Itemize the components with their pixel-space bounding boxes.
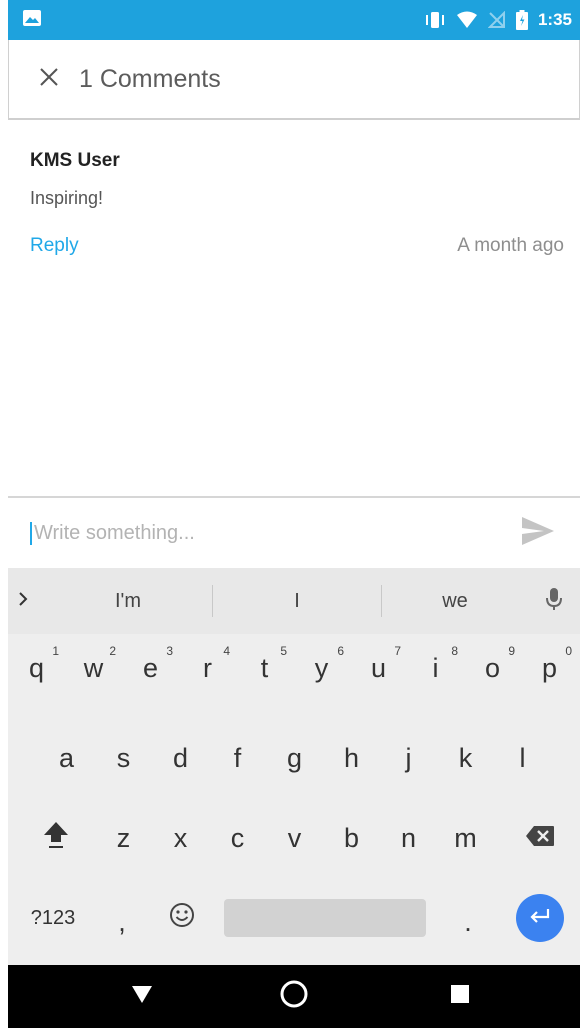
status-right: 1:35 xyxy=(424,10,572,30)
comment-input[interactable] xyxy=(30,521,518,545)
battery-icon xyxy=(515,10,528,30)
key-hint: 0 xyxy=(565,644,572,658)
key-label: y xyxy=(314,652,329,683)
key-c[interactable]: c xyxy=(209,806,266,870)
key-z[interactable]: z xyxy=(95,806,152,870)
back-icon xyxy=(131,984,153,1009)
voice-input-button[interactable] xyxy=(536,568,572,634)
key-g[interactable]: g xyxy=(266,726,323,790)
key-v[interactable]: v xyxy=(266,806,323,870)
period-key[interactable]: . xyxy=(440,890,496,954)
key-label: w xyxy=(83,652,104,683)
image-notification-icon xyxy=(22,9,42,32)
comment-text: Inspiring! xyxy=(30,188,104,208)
key-m[interactable]: m xyxy=(437,806,494,870)
vibrate-icon xyxy=(424,11,446,29)
key-f[interactable]: f xyxy=(209,726,266,790)
soft-keyboard: I'm I we q 1 w 2 e 3 r 4 t 5 y 6 u 7 i 8… xyxy=(8,568,580,965)
suggestion-strip: I'm I we xyxy=(8,568,580,634)
enter-key[interactable] xyxy=(516,894,564,942)
emoji-icon xyxy=(169,902,195,935)
key-hint: 6 xyxy=(337,644,344,658)
send-icon xyxy=(521,516,555,551)
comment-timestamp: A month ago xyxy=(457,235,564,256)
key-hint: 1 xyxy=(52,644,59,658)
key-x[interactable]: x xyxy=(152,806,209,870)
suggestion-1[interactable]: I'm xyxy=(44,568,212,634)
space-bar[interactable] xyxy=(224,899,426,937)
recents-icon xyxy=(450,984,470,1009)
send-button[interactable] xyxy=(518,513,558,553)
key-hint: 2 xyxy=(109,644,116,658)
key-k[interactable]: k xyxy=(437,726,494,790)
home-icon xyxy=(280,980,308,1013)
key-j[interactable]: j xyxy=(380,726,437,790)
key-hint: 8 xyxy=(451,644,458,658)
close-icon xyxy=(39,67,59,92)
enter-icon xyxy=(529,908,551,929)
key-hint: 5 xyxy=(280,644,287,658)
page-title: 1 Comments xyxy=(79,64,221,93)
key-label: u xyxy=(370,652,387,683)
key-hint: 3 xyxy=(166,644,173,658)
recents-button[interactable] xyxy=(430,965,490,1028)
comma-key[interactable]: , xyxy=(96,890,148,954)
key-d[interactable]: d xyxy=(152,726,209,790)
shift-key[interactable] xyxy=(20,806,92,870)
comment-footer: Reply A month ago xyxy=(30,235,564,257)
key-s[interactable]: s xyxy=(95,726,152,790)
comment-author: KMS User xyxy=(30,150,120,171)
key-label: p xyxy=(541,652,558,683)
key-b[interactable]: b xyxy=(323,806,380,870)
key-l[interactable]: l xyxy=(494,726,551,790)
key-q[interactable]: q 1 xyxy=(8,636,65,700)
status-bar: 1:35 xyxy=(8,0,580,40)
key-y[interactable]: y 6 xyxy=(293,636,350,700)
status-time: 1:35 xyxy=(537,10,572,29)
key-hint: 9 xyxy=(508,644,515,658)
key-label: q xyxy=(28,652,45,683)
mic-icon xyxy=(546,587,562,616)
screen: 1:35 1 Comments KMS User Inspiring! Repl… xyxy=(0,0,580,1028)
wifi-icon xyxy=(456,11,478,29)
key-label: e xyxy=(142,652,159,683)
chevron-right-icon xyxy=(17,591,29,612)
key-w[interactable]: w 2 xyxy=(65,636,122,700)
comment-composer xyxy=(8,496,580,568)
key-o[interactable]: o 9 xyxy=(464,636,521,700)
key-t[interactable]: t 5 xyxy=(236,636,293,700)
home-button[interactable] xyxy=(264,965,324,1028)
close-button[interactable] xyxy=(35,65,63,93)
symbols-key[interactable]: ?123 xyxy=(16,886,90,950)
comments-header: 1 Comments xyxy=(8,40,580,120)
suggestion-2[interactable]: I xyxy=(213,568,381,634)
key-hint: 7 xyxy=(394,644,401,658)
key-n[interactable]: n xyxy=(380,806,437,870)
backspace-key[interactable] xyxy=(508,806,572,870)
status-left xyxy=(22,9,42,32)
key-u[interactable]: u 7 xyxy=(350,636,407,700)
reply-button[interactable]: Reply xyxy=(30,235,79,257)
key-label: o xyxy=(484,652,501,683)
key-hint: 4 xyxy=(223,644,230,658)
key-p[interactable]: p 0 xyxy=(521,636,578,700)
back-button[interactable] xyxy=(112,965,172,1028)
backspace-icon xyxy=(525,823,555,854)
key-i[interactable]: i 8 xyxy=(407,636,464,700)
emoji-key[interactable] xyxy=(152,886,212,950)
suggestion-3[interactable]: we xyxy=(382,568,528,634)
shift-icon xyxy=(43,820,69,857)
comment-item: KMS User Inspiring! Reply A month ago xyxy=(30,150,564,257)
suggestion-expand-button[interactable] xyxy=(8,568,38,634)
key-r[interactable]: r 4 xyxy=(179,636,236,700)
key-e[interactable]: e 3 xyxy=(122,636,179,700)
key-label: t xyxy=(260,652,269,683)
no-sim-icon xyxy=(487,11,506,29)
key-label: i xyxy=(432,652,439,683)
key-a[interactable]: a xyxy=(38,726,95,790)
key-label: r xyxy=(203,652,212,683)
key-h[interactable]: h xyxy=(323,726,380,790)
navigation-bar xyxy=(8,965,580,1028)
